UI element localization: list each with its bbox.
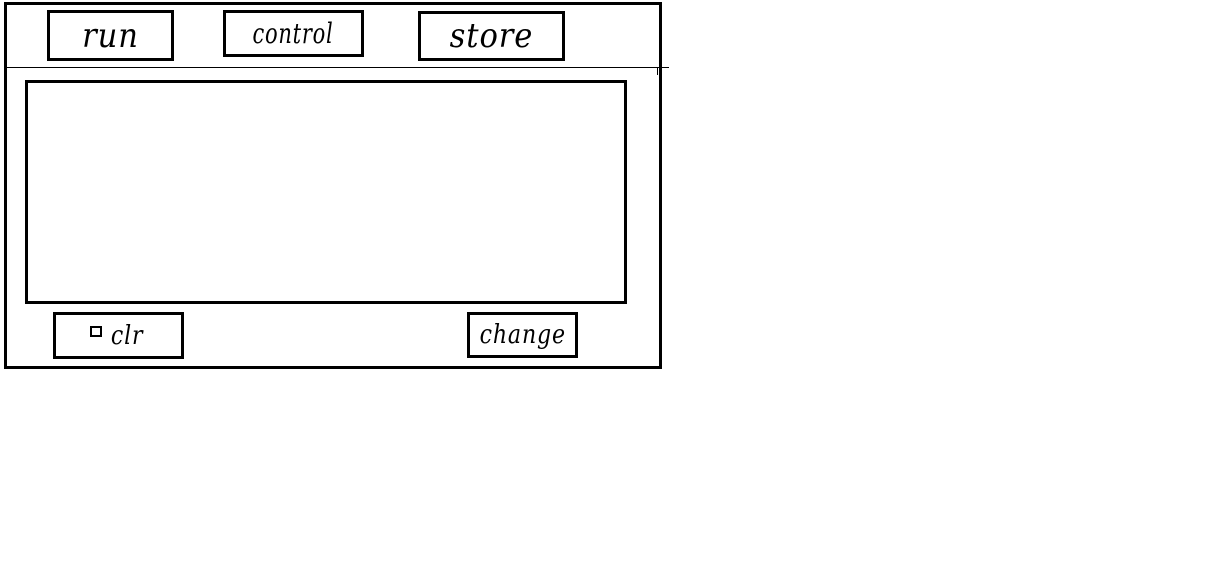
app-window: run control store clr change	[4, 2, 669, 369]
clear-button-label: clr	[111, 320, 144, 351]
clear-button[interactable]: clr	[53, 312, 184, 359]
run-button[interactable]: run	[47, 10, 174, 61]
change-button-label: change	[479, 320, 566, 350]
change-button[interactable]: change	[467, 312, 578, 358]
control-button[interactable]: control	[223, 10, 364, 57]
run-button-label: run	[82, 15, 139, 56]
divider-tick	[657, 67, 658, 75]
store-button[interactable]: store	[418, 11, 565, 61]
main-display-area[interactable]	[25, 80, 627, 304]
control-button-label: control	[252, 16, 335, 50]
checkbox-icon	[90, 326, 103, 337]
toolbar-divider	[7, 67, 669, 68]
store-button-label: store	[449, 16, 534, 56]
